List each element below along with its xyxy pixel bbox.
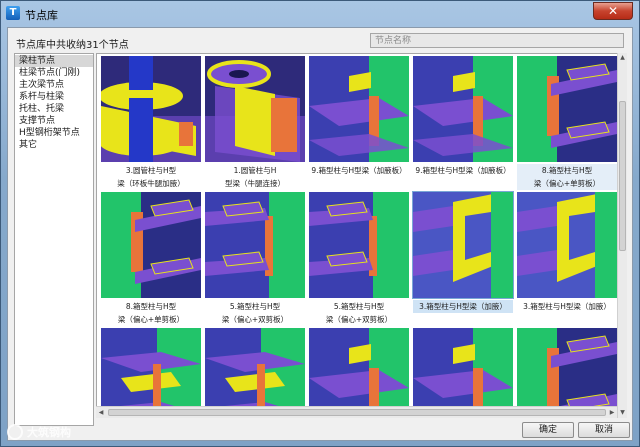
node-caption-line2: 梁（偏心+单剪板） bbox=[533, 179, 601, 188]
category-item[interactable]: 其它 bbox=[15, 139, 93, 151]
node-caption-line2: 梁（偏心+双剪板） bbox=[325, 315, 393, 324]
node-caption: 9.箱型柱与H型梁（加腋板） bbox=[309, 164, 409, 177]
category-item[interactable]: 主次梁节点 bbox=[15, 79, 93, 91]
window-title: 节点库 bbox=[25, 9, 58, 22]
node-caption-line1: 5.箱型柱与H型 bbox=[333, 302, 385, 311]
node-caption-line1: 9.箱型柱与H型梁（加腋板） bbox=[415, 166, 511, 175]
watermark-logo-icon bbox=[7, 424, 23, 440]
ok-button[interactable]: 确定 bbox=[522, 422, 574, 438]
box-column-shear-plate-icon bbox=[517, 56, 617, 162]
node-caption-line2: 梁（偏心+双剪板） bbox=[221, 315, 289, 324]
category-item[interactable]: H型钢桁架节点 bbox=[15, 127, 93, 139]
node-caption-line1: 9.箱型柱与H型梁（加腋板） bbox=[311, 166, 407, 175]
node-caption-line1: 1.圆管柱与H bbox=[233, 166, 277, 175]
node-caption-line2: 型梁（牛腿连接） bbox=[225, 179, 285, 188]
box-column-haunch-icon bbox=[413, 56, 513, 162]
scroll-up-arrow-icon[interactable]: ▲ bbox=[618, 53, 627, 63]
category-item[interactable]: 梁柱节点 bbox=[15, 55, 93, 67]
category-item[interactable]: 系杆与柱梁 bbox=[15, 91, 93, 103]
gallery-vertical-scrollbar[interactable]: ▲ ▼ bbox=[617, 53, 627, 418]
app-icon: T bbox=[6, 6, 20, 20]
node-caption: 3.箱型柱与H型梁（加腋） bbox=[413, 300, 513, 313]
box-column-double-shear-icon bbox=[309, 192, 409, 298]
node-caption-line1: 3.箱型柱与H型梁（加腋） bbox=[419, 302, 507, 311]
watermark: 大筑钢构 bbox=[7, 424, 71, 440]
node-caption-line1: 3.箱型柱与H型梁（加腋） bbox=[523, 302, 611, 311]
node-caption: 3.箱型柱与H型梁（加腋） bbox=[517, 300, 617, 313]
category-list[interactable]: 梁柱节点 柱梁节点(门刚) 主次梁节点 系杆与柱梁 托柱、托梁 支撑节点 H型钢桁架节点 其它 bbox=[14, 53, 94, 426]
dialog-body: 节点库中共收纳31个节点 梁柱节点柱梁节点(门刚)主次梁节点系杆与柱梁托柱、托梁… bbox=[7, 27, 633, 441]
watermark-text: 大筑钢构 bbox=[27, 426, 71, 439]
box-column-joint-icon bbox=[413, 328, 513, 417]
library-count-label: 节点库中共收纳31个节点 bbox=[16, 40, 129, 51]
box-column-double-shear-icon bbox=[205, 192, 305, 298]
box-column-joint-icon bbox=[309, 328, 409, 417]
node-caption: 5.箱型柱与H型 梁（偏心+双剪板） bbox=[205, 300, 305, 326]
node-caption: 8.箱型柱与H型 梁（偏心+单剪板） bbox=[517, 164, 617, 190]
round-column-bracket-icon bbox=[205, 56, 305, 162]
node-library-window: T 节点库 ✕ 节点库中共收纳31个节点 梁柱节点柱梁节点(门刚)主次梁节点系杆… bbox=[0, 0, 640, 447]
close-button[interactable]: ✕ bbox=[593, 2, 633, 20]
vertical-scroll-thumb[interactable] bbox=[619, 101, 626, 251]
box-column-haunch-icon bbox=[412, 191, 514, 299]
category-item[interactable]: 柱梁节点(门刚) bbox=[15, 67, 93, 79]
node-gallery[interactable]: 3.圆管柱与H型 梁（环板牛腿加腋） 1.圆管柱与H 型梁（牛腿连接） 9.箱型柱与… bbox=[96, 53, 626, 418]
category-item[interactable]: 支撑节点 bbox=[15, 115, 93, 127]
horizontal-scroll-thumb[interactable] bbox=[108, 409, 606, 416]
node-caption-line2: 梁（偏心+单剪板） bbox=[117, 315, 185, 324]
node-name-search-input[interactable] bbox=[370, 33, 624, 48]
node-caption: 9.箱型柱与H型梁（加腋板） bbox=[413, 164, 513, 177]
node-caption-line1: 5.箱型柱与H型 bbox=[229, 302, 281, 311]
round-column-ring-plate-icon bbox=[101, 56, 201, 162]
node-caption-line1: 8.箱型柱与H型 bbox=[125, 302, 177, 311]
box-column-joint-icon bbox=[101, 328, 201, 417]
title-bar[interactable]: T 节点库 ✕ bbox=[1, 1, 639, 27]
scroll-down-arrow-icon[interactable]: ▼ bbox=[618, 408, 627, 418]
node-caption-line2: 梁（环板牛腿加腋） bbox=[117, 179, 185, 188]
box-column-joint-icon bbox=[205, 328, 305, 417]
node-caption: 8.箱型柱与H型 梁（偏心+单剪板） bbox=[101, 300, 201, 326]
category-item[interactable]: 托柱、托梁 bbox=[15, 103, 93, 115]
box-column-shear-plate-icon bbox=[101, 192, 201, 298]
box-column-haunch-icon bbox=[309, 56, 409, 162]
box-column-haunch-icon bbox=[517, 192, 617, 298]
node-caption: 3.圆管柱与H型 梁（环板牛腿加腋） bbox=[101, 164, 201, 190]
node-caption: 5.箱型柱与H型 梁（偏心+双剪板） bbox=[309, 300, 409, 326]
cancel-button[interactable]: 取消 bbox=[578, 422, 630, 438]
box-column-joint-icon bbox=[517, 328, 617, 417]
scroll-left-arrow-icon[interactable]: ◀ bbox=[96, 407, 106, 418]
node-caption-line1: 3.圆管柱与H型 bbox=[125, 166, 177, 175]
gallery-horizontal-scrollbar[interactable]: ◀ ▶ bbox=[96, 406, 617, 418]
node-caption: 1.圆管柱与H 型梁（牛腿连接） bbox=[205, 164, 305, 190]
node-caption-line1: 8.箱型柱与H型 bbox=[541, 166, 593, 175]
scroll-right-arrow-icon[interactable]: ▶ bbox=[607, 407, 617, 418]
